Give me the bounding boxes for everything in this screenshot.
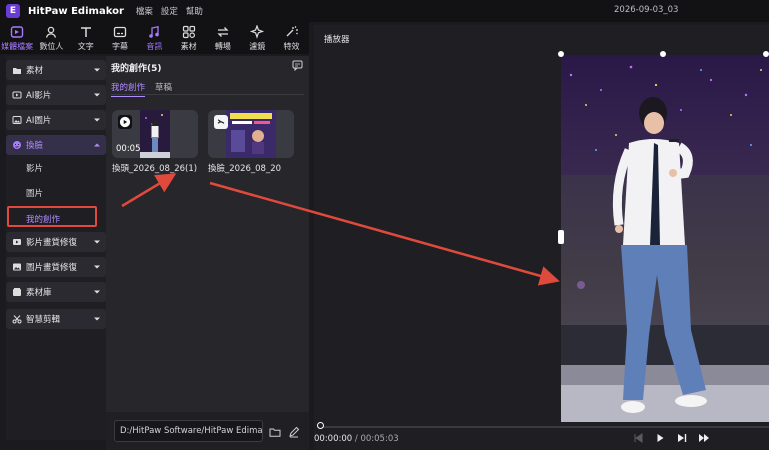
preview-frame	[561, 55, 769, 422]
sidebar-item-asset-library[interactable]: 素材庫	[6, 282, 106, 302]
open-folder-icon[interactable]	[269, 426, 281, 438]
transition-icon	[217, 26, 229, 37]
tool-subtitle[interactable]: 字幕	[103, 22, 137, 54]
chevron-down-icon	[94, 265, 100, 269]
fast-forward-icon[interactable]	[698, 432, 710, 444]
resize-handle-left[interactable]	[558, 230, 564, 244]
timeline-scrubber[interactable]	[318, 426, 769, 428]
next-frame-icon[interactable]	[676, 432, 688, 444]
card-thumbnail	[226, 110, 276, 158]
menu-settings[interactable]: 設定	[161, 5, 178, 17]
image-badge	[214, 115, 228, 129]
video-badge	[118, 115, 132, 129]
sidebar-item-ai-image[interactable]: AI圖片	[6, 110, 106, 130]
left-sidebar: 素材 AI影片 AI圖片 換臉 影片 圖片 我的創作 影片畫質修復 圖片畫質修復…	[6, 56, 106, 440]
face-swap-icon	[13, 141, 21, 149]
card-thumbnail	[140, 110, 170, 158]
sidebar-item-ai-video[interactable]: AI影片	[6, 85, 106, 105]
media-card-1[interactable]: 00:05	[112, 110, 198, 158]
sidebar-item-smart-cut[interactable]: 智慧剪輯	[6, 309, 106, 329]
current-time: 00:00:00	[314, 434, 353, 444]
menu-bar: 檔案 設定 幫助	[136, 5, 203, 17]
card-duration: 00:05	[116, 144, 141, 154]
library-icon	[13, 288, 21, 296]
player-title: 播放器	[324, 35, 350, 45]
stickers-icon	[182, 25, 195, 38]
play-icon	[119, 116, 131, 128]
image-enhance-icon	[13, 263, 21, 271]
chevron-down-icon	[94, 68, 100, 72]
time-display: 00:00:00 / 00:05:03	[314, 434, 399, 444]
effects-icon	[286, 25, 298, 36]
total-time: / 00:05:03	[354, 434, 399, 444]
filter-icon	[250, 24, 265, 39]
image-icon	[12, 116, 22, 124]
library-title: 我的創作(5)	[111, 64, 162, 74]
resize-handle-top-right[interactable]	[763, 51, 769, 57]
app-logo: E	[6, 4, 20, 18]
video-icon	[12, 91, 22, 99]
chevron-down-icon	[94, 240, 100, 244]
avatar-icon	[46, 26, 57, 38]
resize-handle-top-left[interactable]	[558, 51, 564, 57]
video-preview[interactable]	[561, 55, 769, 422]
play-icon[interactable]	[654, 432, 666, 444]
resize-handle-top[interactable]	[660, 51, 666, 57]
save-path-field[interactable]: D:/HitPaw Software/HitPaw Edimakor	[114, 420, 263, 442]
tab-divider	[111, 94, 304, 95]
menu-help[interactable]: 幫助	[186, 5, 203, 17]
player-panel: 播放器 00:00:00 / 00:05:03	[314, 25, 769, 450]
chevron-down-icon	[94, 93, 100, 97]
playback-controls	[632, 432, 710, 444]
app-name: HitPaw Edimakor	[28, 5, 124, 17]
sidebar-item-image-enhance[interactable]: 圖片畫質修復	[6, 257, 106, 277]
card-name-1: 換頭_2026_08_26(1)	[112, 164, 198, 174]
video-enhance-icon	[13, 239, 21, 245]
sidebar-item-face-swap[interactable]: 換臉	[6, 135, 106, 155]
chevron-down-icon	[94, 118, 100, 122]
menu-file[interactable]: 檔案	[136, 5, 153, 17]
tool-filter[interactable]: 濾鏡	[240, 22, 274, 54]
sub-item-image[interactable]: 圖片	[26, 187, 43, 199]
title-bar: E HitPaw Edimakor 檔案 設定 幫助 2026-09-03_03	[0, 0, 769, 22]
highlight-box	[7, 206, 97, 227]
media-card-2[interactable]	[208, 110, 294, 158]
subtitle-icon	[113, 26, 127, 37]
folder-icon	[13, 68, 21, 74]
scrubber-knob[interactable]	[317, 422, 324, 429]
sidebar-item-video-enhance[interactable]: 影片畫質修復	[6, 232, 106, 252]
sidebar-item-materials[interactable]: 素材	[6, 60, 106, 80]
tool-audio[interactable]: 音訊	[137, 22, 171, 54]
library-panel: 我的創作(5) 我的創作 草稿 00:05 換頭_2026_08_26(1) 換…	[106, 56, 309, 450]
main-toolbar: 媒體檔案 數位人 文字 字幕 音訊 素材 轉場 濾鏡 特效	[0, 22, 309, 54]
chevron-down-icon	[94, 290, 100, 294]
music-icon	[149, 25, 160, 38]
previous-frame-icon[interactable]	[632, 432, 644, 444]
tool-text[interactable]: 文字	[69, 22, 103, 54]
tool-stickers[interactable]: 素材	[171, 22, 205, 54]
media-icon	[10, 25, 24, 38]
chevron-down-icon	[94, 317, 100, 321]
tool-transition[interactable]: 轉場	[206, 22, 240, 54]
edit-path-icon[interactable]	[288, 426, 300, 438]
text-icon	[80, 26, 91, 37]
face-swap-icon	[217, 119, 225, 124]
sub-item-video[interactable]: 影片	[26, 162, 43, 174]
tool-effects[interactable]: 特效	[274, 22, 308, 54]
tool-media[interactable]: 媒體檔案	[0, 22, 34, 54]
project-title: 2026-09-03_03	[614, 5, 679, 15]
scissors-icon	[12, 315, 22, 324]
card-name-2: 換臉_2026_08_20	[208, 164, 282, 174]
tool-avatar[interactable]: 數位人	[34, 22, 68, 54]
feedback-icon[interactable]	[292, 60, 303, 71]
chevron-up-icon	[94, 143, 100, 147]
